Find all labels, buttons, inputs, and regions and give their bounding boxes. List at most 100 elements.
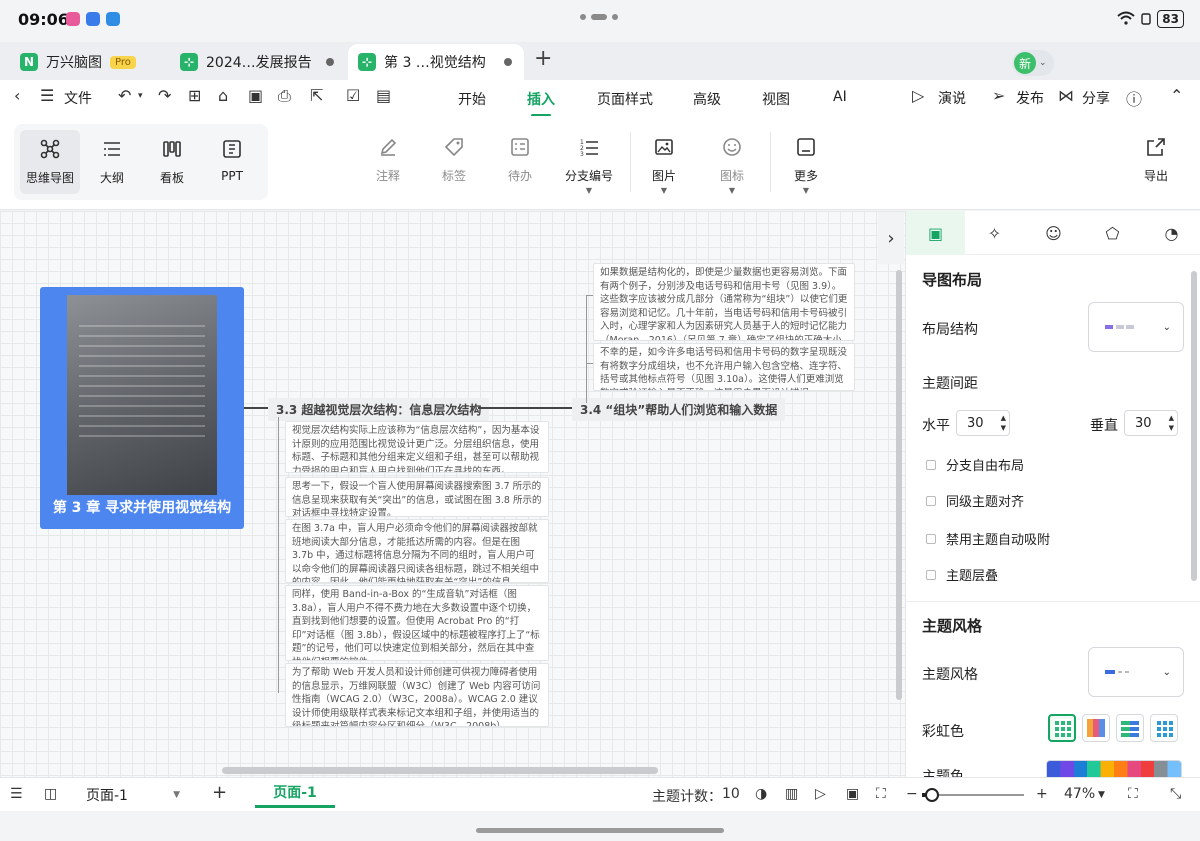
- panel-tab-history[interactable]: ◔: [1142, 211, 1200, 255]
- share-button[interactable]: 分享: [1082, 88, 1110, 108]
- image-button[interactable]: 图片 ▼: [642, 136, 686, 195]
- page-tab-active[interactable]: 页面-1: [255, 778, 335, 808]
- page-panel-icon[interactable]: ◫: [44, 786, 57, 802]
- help-icon[interactable]: ⓘ: [1126, 86, 1142, 110]
- tag-button[interactable]: 标签: [432, 136, 476, 184]
- theme-color-palette[interactable]: [1046, 760, 1182, 777]
- tab-view[interactable]: 视图: [762, 89, 790, 109]
- caret-down-icon[interactable]: ▼: [1098, 790, 1105, 800]
- print-icon[interactable]: ⎙: [278, 86, 291, 106]
- stepper-icon[interactable]: ▲ ▼: [1001, 413, 1006, 433]
- todo-button[interactable]: 待办: [498, 136, 542, 184]
- subtopic-note[interactable]: 如果数据是结构化的，即使是少量数据也更容易浏览。下面有两个例子，分别涉及电话号码…: [593, 263, 855, 341]
- subtopic-note[interactable]: 不幸的是，如今许多电话号码和信用卡号码的数字呈现既没有将数字分成组块，也不允许用…: [593, 343, 855, 391]
- play-circle-icon[interactable]: ▷: [815, 786, 826, 802]
- rainbow-swatch-2[interactable]: [1082, 714, 1110, 742]
- vertical-scrollbar[interactable]: [896, 270, 902, 700]
- fullscreen-icon[interactable]: ⛶: [1128, 786, 1138, 802]
- layout-structure-select[interactable]: ⌄: [1088, 302, 1184, 352]
- export-small-icon[interactable]: ⇱: [310, 86, 323, 105]
- page-list-icon[interactable]: ☰: [10, 786, 23, 802]
- fit-screen-icon[interactable]: ⛶: [876, 786, 886, 802]
- subtopic-note[interactable]: 视觉层次结构实际上应该称为“信息层次结构”，因为基本设计原则的应用范围比视觉设计…: [285, 421, 549, 473]
- zoom-slider-handle[interactable]: [924, 788, 939, 802]
- icon-button[interactable]: 图标 ▼: [710, 136, 754, 195]
- new-file-icon[interactable]: ⊞: [188, 86, 201, 105]
- new-tab-button[interactable]: +: [534, 46, 552, 71]
- subtopic-note[interactable]: 同样，使用 Band-in-a-Box 的“生成音轨”对话框（图 3.8a），盲…: [285, 585, 549, 661]
- fit-page-icon[interactable]: ▣: [846, 786, 859, 802]
- collapse-panel-button[interactable]: ›: [878, 212, 904, 264]
- topic-style-select[interactable]: ⌄: [1088, 647, 1184, 697]
- note-button[interactable]: 注释: [366, 136, 410, 184]
- page-select[interactable]: 页面-1 ▼: [78, 782, 188, 808]
- rainbow-swatch-4[interactable]: [1150, 714, 1178, 742]
- play-icon[interactable]: ▷: [912, 86, 924, 105]
- tab-insert[interactable]: 插入: [527, 89, 555, 117]
- tab-home[interactable]: N 万兴脑图 Pro: [10, 44, 170, 80]
- zoom-out-button[interactable]: −: [906, 786, 918, 802]
- multitask-handle[interactable]: [580, 14, 618, 20]
- panel-scrollbar[interactable]: [1191, 271, 1197, 581]
- subtopic-note[interactable]: 思考一下，假设一个盲人使用屏幕阅读器搜索图 3.7 所示的信息呈现来获取有关“突…: [285, 477, 549, 517]
- mindmap-view-button[interactable]: 思维导图: [20, 130, 80, 194]
- undo-icon[interactable]: ↶: [118, 86, 131, 105]
- free-layout-checkbox[interactable]: 分支自由布局: [926, 455, 1024, 474]
- vertical-spacing-input[interactable]: 30 ▲ ▼: [1124, 410, 1178, 436]
- stepper-icon[interactable]: ▲ ▼: [1169, 413, 1174, 433]
- undo-dropdown-icon[interactable]: ▾: [138, 91, 143, 101]
- check-icon[interactable]: ☑: [346, 86, 360, 105]
- subtopic-note[interactable]: 在图 3.7a 中，盲人用户必须命令他们的屏幕阅读器按部就班地阅读大部分信息，才…: [285, 519, 549, 583]
- branch-numbering-button[interactable]: 123 分支编号 ▼: [562, 136, 616, 195]
- send-icon[interactable]: ➢: [992, 86, 1005, 105]
- tab-document-active[interactable]: ⊹ 第 3 …视觉结构: [348, 44, 524, 80]
- tab-advanced[interactable]: 高级: [693, 89, 721, 109]
- tab-page-style[interactable]: 页面样式: [597, 89, 653, 109]
- branch-topic-3-4[interactable]: 3.4 “组块”帮助人们浏览和输入数据: [572, 398, 786, 421]
- panel-tab-layout[interactable]: ▣: [906, 211, 965, 255]
- tab-document-report[interactable]: ⊹ 2024…发展报告: [170, 44, 346, 80]
- share-icon[interactable]: ⋈: [1058, 86, 1074, 105]
- collapse-ribbon-icon[interactable]: ⌃: [1170, 86, 1183, 105]
- redo-icon[interactable]: ↷: [158, 86, 171, 105]
- horizontal-scrollbar[interactable]: [222, 767, 658, 774]
- panel-tab-theme[interactable]: ⬠: [1083, 211, 1142, 255]
- home-indicator[interactable]: [476, 828, 724, 833]
- menu-icon[interactable]: ☰: [40, 86, 54, 105]
- collapse-icon[interactable]: ⤡: [1170, 786, 1181, 802]
- zoom-in-button[interactable]: +: [1036, 786, 1048, 802]
- unsaved-dot-icon[interactable]: [326, 58, 334, 66]
- back-icon[interactable]: ‹: [14, 86, 20, 105]
- add-page-button[interactable]: +: [212, 782, 227, 803]
- panel-tab-icons[interactable]: ☺: [1024, 211, 1083, 255]
- mindmap-canvas[interactable]: 第 3 章 寻求并使用视觉结构 3.3 超越视觉层次结构：信息层次结构 3.4 …: [0, 211, 905, 777]
- unsaved-dot-icon[interactable]: [504, 58, 512, 66]
- book-icon[interactable]: ▥: [785, 786, 798, 802]
- ppt-view-button[interactable]: PPT: [212, 138, 252, 183]
- open-folder-icon[interactable]: ⌂: [218, 86, 228, 105]
- align-siblings-checkbox[interactable]: 同级主题对齐: [926, 491, 1024, 510]
- kanban-view-button[interactable]: 看板: [152, 138, 192, 186]
- present-button[interactable]: 演说: [938, 88, 966, 108]
- file-menu[interactable]: 文件: [64, 88, 92, 108]
- rainbow-swatch-3[interactable]: [1116, 714, 1144, 742]
- tab-start[interactable]: 开始: [458, 89, 486, 109]
- pie-icon[interactable]: ◑: [755, 786, 767, 802]
- publish-button[interactable]: 发布: [1016, 88, 1044, 108]
- horizontal-spacing-input[interactable]: 30 ▲ ▼: [956, 410, 1010, 436]
- more-button[interactable]: 更多 ▼: [784, 136, 828, 195]
- export-button[interactable]: 导出: [1136, 136, 1176, 184]
- root-topic[interactable]: 第 3 章 寻求并使用视觉结构: [40, 287, 244, 529]
- topic-overlap-checkbox[interactable]: 主题层叠: [926, 565, 998, 584]
- user-avatar-button[interactable]: 新 ⌄: [1012, 50, 1054, 76]
- tab-ai[interactable]: AI: [833, 89, 847, 105]
- disable-snap-checkbox[interactable]: 禁用主题自动吸附: [926, 529, 1050, 548]
- panel-tab-ai[interactable]: ✧: [965, 211, 1024, 255]
- save-as-icon[interactable]: ▤: [376, 86, 391, 105]
- branch-topic-3-3[interactable]: 3.3 超越视觉层次结构：信息层次结构: [268, 398, 490, 421]
- save-icon[interactable]: ▣: [248, 86, 263, 105]
- outline-view-button[interactable]: 大纲: [92, 138, 132, 186]
- zoom-level[interactable]: 47%: [1064, 786, 1095, 802]
- subtopic-note[interactable]: 为了帮助 Web 开发人员和设计师创建可供视力障碍者使用的信息显示，万维网联盟（…: [285, 663, 549, 727]
- rainbow-swatch-1[interactable]: [1048, 714, 1076, 742]
